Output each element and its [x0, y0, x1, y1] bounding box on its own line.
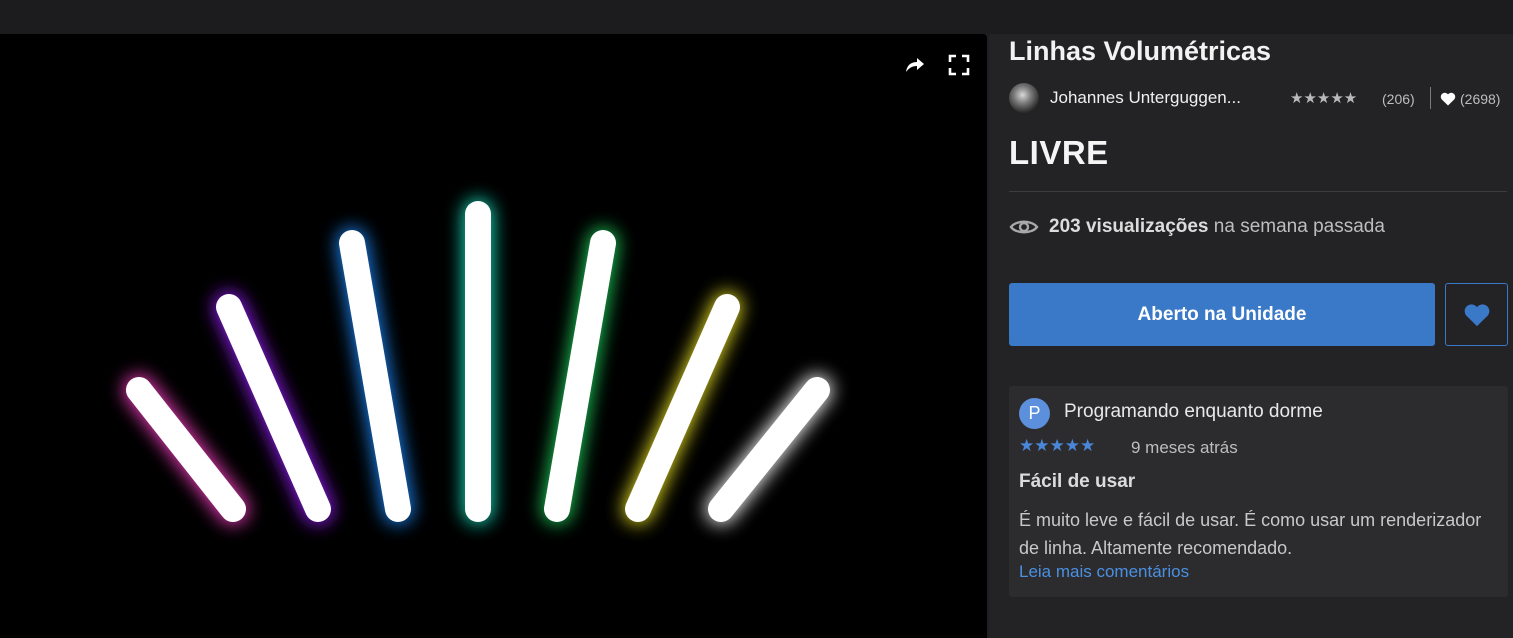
read-more-reviews-link[interactable]: Leia mais comentários	[1019, 562, 1189, 582]
fullscreen-icon[interactable]	[946, 52, 972, 78]
open-in-unity-button[interactable]: Aberto na Unidade	[1009, 283, 1435, 346]
neon-lines-artwork	[124, 199, 832, 524]
author-avatar[interactable]	[1009, 83, 1039, 113]
heart-icon	[1440, 92, 1456, 111]
neon-line-pink	[126, 377, 246, 522]
share-arrow-icon[interactable]	[901, 52, 927, 78]
neon-line-green	[544, 230, 616, 522]
review-card: P Programando enquanto dorme ★★★★★ 9 mes…	[1009, 386, 1508, 597]
views-count: 203 visualizações	[1049, 216, 1209, 237]
eye-icon	[1009, 217, 1039, 243]
favorite-button[interactable]	[1445, 283, 1508, 346]
section-divider	[1009, 191, 1507, 192]
preview-viewer[interactable]	[0, 34, 987, 638]
views-suffix: na semana passada	[1213, 216, 1385, 237]
author-name[interactable]: Johannes Unterguggen...	[1050, 88, 1241, 108]
asset-title: Linhas Volumétricas	[1009, 36, 1272, 66]
divider	[1430, 87, 1431, 109]
heart-icon	[1464, 303, 1489, 326]
top-bar	[0, 0, 1513, 34]
neon-line-white	[708, 377, 830, 522]
favorites-count: (2698)	[1460, 91, 1501, 107]
neon-line-blue	[339, 230, 411, 522]
reviewer-avatar: P	[1019, 398, 1050, 429]
review-time: 9 meses atrás	[1131, 438, 1238, 457]
review-stars: ★★★★★	[1019, 436, 1096, 455]
rating-stars[interactable]: ★★★★★	[1290, 89, 1357, 107]
neon-line-purple	[216, 294, 331, 522]
author-row: Johannes Unterguggen... ★★★★★ (206) (269…	[1009, 82, 1509, 114]
review-title: Fácil de usar	[1019, 471, 1136, 492]
reviewer-name: Programando enquanto dorme	[1064, 401, 1323, 422]
neon-line-yellow	[625, 294, 740, 522]
review-body: É muito leve e fácil de usar. É como usa…	[1019, 510, 1482, 558]
price-label: LIVRE	[1009, 134, 1109, 171]
rating-count[interactable]: (206)	[1382, 91, 1415, 107]
asset-info-panel: Linhas Volumétricas Johannes Unterguggen…	[989, 34, 1513, 638]
